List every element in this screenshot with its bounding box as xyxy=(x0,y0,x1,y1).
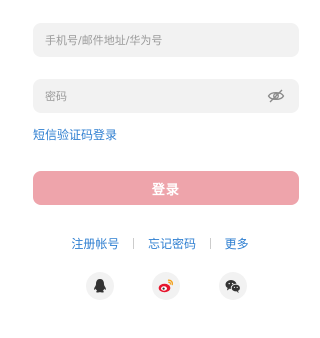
weibo-login-button[interactable] xyxy=(152,272,180,300)
sms-login-link[interactable]: 短信验证码登录 xyxy=(33,126,117,143)
qq-icon xyxy=(94,279,106,293)
password-input[interactable] xyxy=(45,79,255,113)
register-link[interactable]: 注册帐号 xyxy=(71,237,119,251)
wechat-icon xyxy=(225,280,241,293)
eye-hidden-icon[interactable] xyxy=(267,88,285,104)
wechat-login-button[interactable] xyxy=(219,272,247,300)
login-page: 短信验证码登录 登录 注册帐号 忘记密码 更多 xyxy=(0,0,320,338)
footer-links: 注册帐号 忘记密码 更多 xyxy=(0,235,320,252)
weibo-icon xyxy=(158,279,173,293)
forgot-password-link[interactable]: 忘记密码 xyxy=(148,237,196,251)
login-button[interactable]: 登录 xyxy=(33,171,299,205)
password-field xyxy=(33,79,299,113)
account-input[interactable] xyxy=(45,23,255,57)
divider xyxy=(209,238,211,249)
qq-login-button[interactable] xyxy=(86,272,114,300)
account-field xyxy=(33,23,299,57)
divider xyxy=(133,238,135,249)
more-link[interactable]: 更多 xyxy=(225,237,249,251)
